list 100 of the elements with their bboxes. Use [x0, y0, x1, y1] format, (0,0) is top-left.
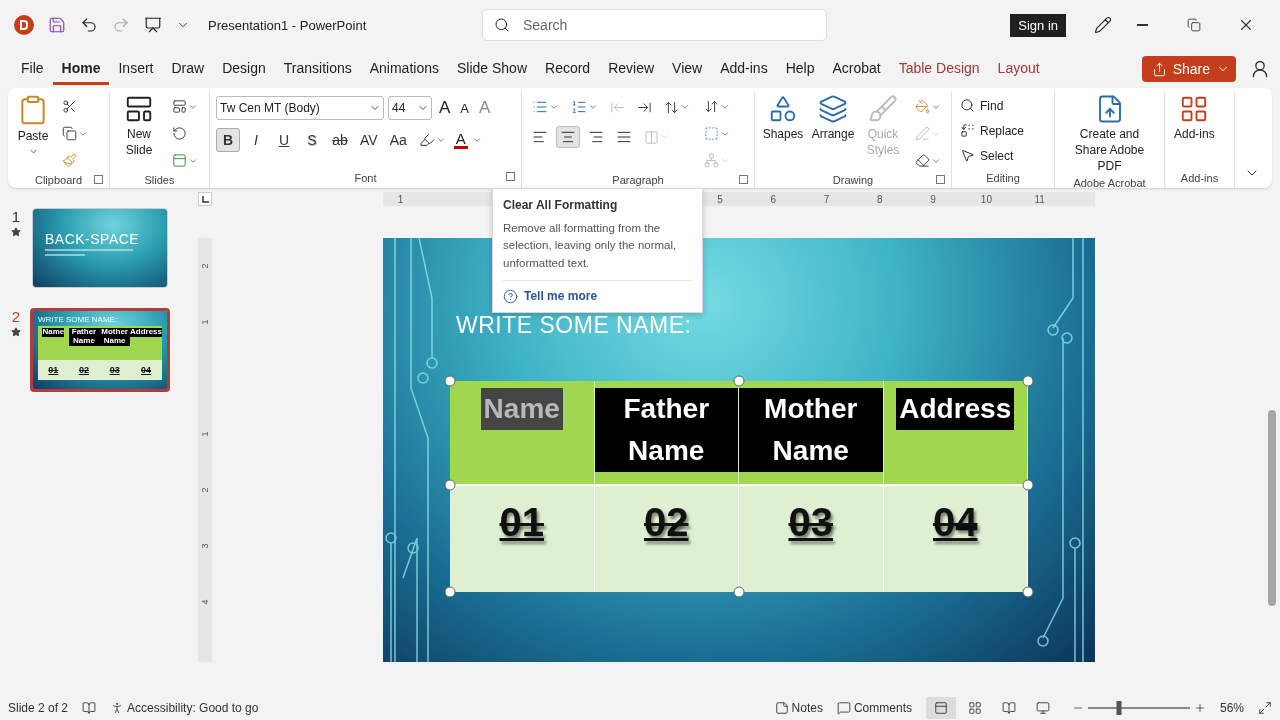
zoom-percent[interactable]: 56% [1219, 700, 1244, 715]
font-color-button[interactable]: A [453, 131, 468, 149]
ribbon-tab[interactable]: Animations [360, 53, 448, 85]
font-style-button[interactable]: U [272, 128, 296, 152]
thumbnail-header-text: Name [42, 328, 65, 337]
grow-font-button[interactable]: A [436, 98, 454, 118]
font-size-dropdown[interactable]: 44 [388, 96, 432, 120]
sign-in-button[interactable]: Sign in [1010, 13, 1066, 37]
ribbon-tab[interactable]: Home [52, 53, 110, 85]
table[interactable]: Name Father Name Mother Name Address 01 02 03 04 [450, 381, 1028, 592]
ribbon-tab[interactable]: Insert [109, 53, 163, 85]
monitor-icon [1035, 700, 1050, 715]
caret-icon [549, 102, 559, 112]
table-cell[interactable]: 01 [450, 486, 595, 592]
tooltip-title: Clear All Formatting [503, 198, 619, 212]
ribbon-tab[interactable]: Add-ins [711, 53, 777, 85]
font-style-button[interactable]: Aa [385, 128, 411, 152]
highlighter-icon [418, 132, 435, 148]
comments-button[interactable]: Comments [836, 700, 912, 715]
font-style-button[interactable]: AV [356, 128, 382, 152]
ruler-number: 5 [716, 193, 724, 205]
drawing-tool-button[interactable]: Shapes [761, 92, 805, 145]
ribbon-tab[interactable]: Slide Show [447, 53, 536, 85]
shrink-font-button[interactable]: A [457, 100, 472, 116]
launcher-icon[interactable] [94, 175, 103, 184]
launcher-icon[interactable] [936, 175, 945, 184]
ribbon-tab[interactable]: Acrobat [823, 53, 890, 85]
launcher-icon[interactable] [739, 175, 748, 184]
ribbon-tab[interactable]: Design [213, 53, 275, 85]
group-label: Font [354, 172, 377, 184]
accessibility-button[interactable]: Accessibility: Good to go [110, 700, 259, 715]
ribbon-tab[interactable]: View [663, 53, 712, 85]
resize-handle[interactable] [444, 375, 456, 387]
scrollbar-thumb[interactable] [1268, 410, 1276, 606]
font-style-button[interactable]: ab [328, 128, 352, 152]
align-right-icon [588, 129, 604, 145]
ribbon-tab[interactable]: Review [599, 53, 664, 85]
ruler-number: 6 [769, 193, 777, 205]
caret-icon [680, 102, 690, 112]
view-button[interactable] [925, 696, 956, 719]
resize-handle[interactable] [444, 586, 456, 598]
header-text: Father Name [594, 388, 738, 472]
slide-thumbnail[interactable]: WRITE SOME NAME: Name Father Name Mother Name Address 01 02 03 04 [30, 308, 170, 392]
header-text: Name [480, 388, 563, 430]
zoom-thumb[interactable] [1116, 700, 1122, 715]
editing-button[interactable]: Select [958, 146, 1027, 165]
new-slide-button[interactable]: New Slide [116, 92, 162, 161]
search-icon [494, 17, 510, 33]
font-name-dropdown[interactable]: Tw Cen MT (Body) [216, 96, 384, 120]
ribbon-tab[interactable]: Draw [162, 53, 214, 85]
resize-handle[interactable] [1022, 479, 1034, 491]
font-style-button[interactable]: B [216, 128, 240, 152]
ruler-number: 11 [1033, 193, 1046, 205]
add-ins-button[interactable]: Add-ins [1171, 92, 1218, 145]
notes-button[interactable]: Notes [774, 700, 823, 715]
align-button[interactable] [556, 126, 580, 148]
table-cell[interactable]: 04 [883, 486, 1028, 592]
person-icon [1250, 59, 1270, 79]
header-cell[interactable]: Name [450, 381, 595, 486]
resize-handle[interactable] [444, 479, 456, 491]
drawing-tool-button[interactable]: Arrange [811, 92, 855, 145]
ribbon-tab[interactable]: Layout [988, 53, 1049, 85]
text-direction-icon [704, 99, 719, 114]
save-icon [48, 16, 66, 34]
header-cell[interactable]: Mother Name [739, 381, 884, 486]
editing-button[interactable]: Replace [958, 121, 1027, 140]
cell-number: 02 [644, 500, 689, 545]
reset-icon [172, 126, 187, 141]
cell-number: 01 [499, 500, 544, 545]
font-style-button[interactable]: S [300, 128, 324, 152]
group-label: Clipboard [34, 173, 83, 186]
table-cell[interactable]: 03 [739, 486, 884, 592]
cell-number: 03 [788, 500, 833, 545]
header-cell[interactable]: Address [883, 381, 1028, 486]
ribbon-tab[interactable]: Help [776, 53, 824, 85]
fit-icon [1258, 700, 1272, 715]
window-title: Presentation1 - PowerPoint [208, 17, 368, 33]
paste-button[interactable]: Paste [14, 92, 52, 160]
search-field[interactable]: Search [482, 9, 827, 41]
ruler-number: 1 [199, 430, 211, 439]
ribbon-tab[interactable]: File [12, 53, 53, 85]
ribbon-tab[interactable]: Table Design [889, 53, 989, 85]
tab-stop-icon[interactable] [198, 192, 212, 206]
ribbon-tab[interactable]: Record [536, 53, 600, 85]
tell-me-more-link[interactable]: Tell me more [503, 288, 692, 304]
paint-bucket-icon [915, 99, 930, 114]
resize-handle[interactable] [733, 375, 745, 387]
layout-icon [172, 99, 187, 114]
table-cell[interactable]: 02 [594, 486, 739, 592]
ribbon-tab[interactable]: Transitions [274, 53, 361, 85]
thumbnail-header-text: Address [130, 328, 162, 337]
resize-handle[interactable] [1022, 586, 1034, 598]
resize-handle[interactable] [733, 586, 745, 598]
resize-handle[interactable] [1022, 375, 1034, 387]
share-button[interactable]: Share [1141, 56, 1236, 82]
font-style-button[interactable]: I [244, 128, 268, 152]
editing-button[interactable]: Find [958, 96, 1027, 115]
create-pdf-button[interactable]: Create and Share Adobe PDF [1061, 92, 1158, 177]
launcher-icon[interactable] [506, 172, 515, 181]
header-cell[interactable]: Father Name [594, 381, 739, 486]
